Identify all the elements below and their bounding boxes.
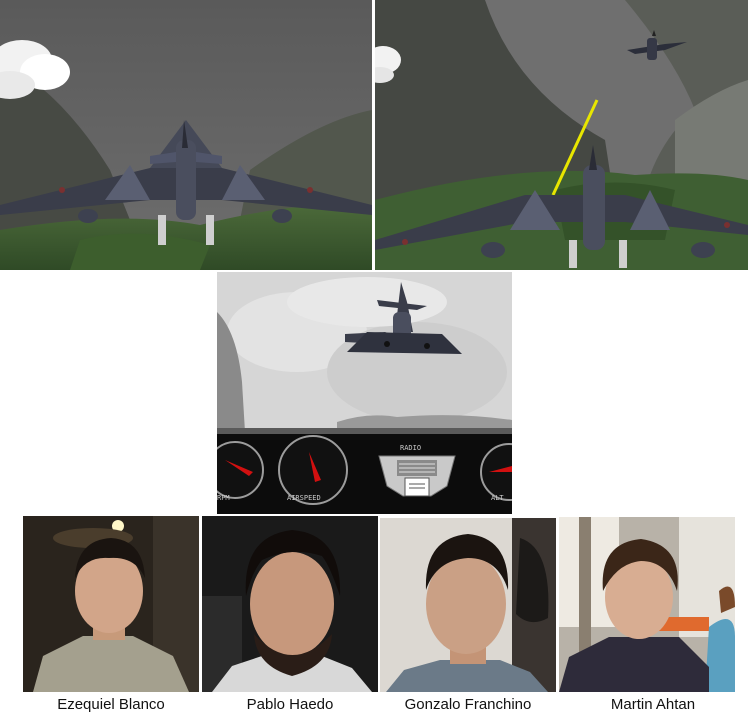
rpm-label: RPM <box>217 494 230 502</box>
person-photo <box>559 517 735 692</box>
screenshot-pursuit-view <box>375 0 748 270</box>
cockpit-scene: RPM AIRSPEED RADIO ALT <box>217 272 512 514</box>
airspeed-label: AIRSPEED <box>287 494 321 502</box>
person-name: Martin Ahtan <box>610 696 696 713</box>
person-photo <box>202 516 378 692</box>
chase-view-scene <box>0 0 372 270</box>
team-photo-3 <box>380 518 556 692</box>
altitude-label: ALT <box>491 494 504 502</box>
screenshot-cockpit-view: RPM AIRSPEED RADIO ALT <box>217 272 512 514</box>
team-photo-2 <box>202 516 378 692</box>
team-photo-4 <box>559 517 735 692</box>
person-photo <box>380 518 556 692</box>
rpm-gauge <box>217 441 264 499</box>
person-name: Ezequiel Blanco <box>57 696 165 713</box>
person-photo <box>23 516 199 692</box>
person-name: Gonzalo Franchino <box>404 696 532 713</box>
screenshot-chase-view <box>0 0 372 270</box>
pursuit-view-scene <box>375 0 748 270</box>
person-name: Pablo Haedo <box>246 696 334 713</box>
radio-label: RADIO <box>400 444 421 452</box>
team-photo-1 <box>23 516 199 692</box>
